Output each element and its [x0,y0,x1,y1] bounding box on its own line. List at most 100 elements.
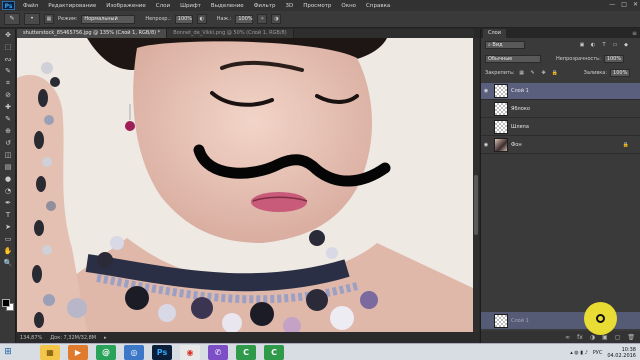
adjustment-layer-icon[interactable]: ◑ [590,334,595,341]
layer-filter-row: ⌕ Вид ▣ ◐ T ▭ ◆ [481,41,640,49]
lock-all-icon[interactable]: 🔒 [551,69,559,77]
system-tray: ▴ ◍ ▮ ♪ РУС 10:38 04.02.2016 [570,344,636,360]
lasso-tool-icon[interactable]: ᔓ [2,54,14,65]
hand-tool-icon[interactable]: ✋ [2,246,14,257]
taskbar-apps: ▦ ▶ @ ◎ Ps ◉ ✆ C C [36,344,288,360]
menu-item-2[interactable]: Изображение [101,3,151,9]
filter-shape-icon[interactable]: ▭ [611,41,619,49]
minimize-button[interactable]: — [609,1,615,8]
panel-menu-icon[interactable]: ≡ [632,29,637,38]
layer-filter-select[interactable]: ⌕ Вид [485,41,525,49]
filter-type-icon[interactable]: T [600,41,608,49]
tab-layers[interactable]: Слои [483,29,506,38]
menu-item-3[interactable]: Слои [151,3,175,9]
flow-label: Наж.: [216,16,232,22]
history-brush-tool-icon[interactable]: ↺ [2,138,14,149]
blend-mode-select[interactable]: Обычные [485,55,541,63]
menu-item-0[interactable]: Файл [18,3,43,9]
scrollbar-thumb[interactable] [474,175,478,235]
taskbar-app-camtasia[interactable]: C [236,344,256,360]
layer-style-icon[interactable]: fx [577,334,583,341]
menu-item-7[interactable]: 3D [280,3,298,9]
taskbar-app-viber[interactable]: ✆ [208,344,228,360]
link-layers-icon[interactable]: ∞ [565,334,570,341]
brush-size-picker[interactable]: • [24,13,40,25]
menu-item-1[interactable]: Редактирование [43,3,101,9]
zoom-tool-icon[interactable]: 🔍 [2,258,14,269]
stamp-tool-icon[interactable]: ⊕ [2,126,14,137]
layer-fill-input[interactable]: 100% [610,69,631,77]
document-tabs: shutterstock_85465756.jpg @ 135% (Слой 1… [17,29,474,38]
mode-label: Режим: [58,16,78,22]
layer-row[interactable]: Шляпа [481,119,640,136]
layer-row[interactable]: Яблоко [481,101,640,118]
filter-smart-object-icon[interactable]: ◆ [622,41,630,49]
maximize-button[interactable]: □ [621,1,627,8]
taskbar-app-photoshop[interactable]: Ps [152,344,172,360]
menu-item-10[interactable]: Справка [361,3,395,9]
type-tool-icon[interactable]: T [2,210,14,221]
lock-transparency-icon[interactable]: ▦ [518,69,526,77]
layer-row[interactable]: ◉ Слой 1 [481,83,640,100]
pen-tool-icon[interactable]: ✒ [2,198,14,209]
menu-item-8[interactable]: Просмотр [298,3,336,9]
document-canvas[interactable] [17,38,473,332]
taskbar-app-camtasia-recorder[interactable]: C [264,344,284,360]
airbrush-icon[interactable]: ✧ [257,14,268,24]
status-arrow-icon[interactable]: ▸ [104,335,107,341]
layer-name: Шляпа [511,124,529,130]
marquee-tool-icon[interactable]: ⬚ [2,42,14,53]
gradient-tool-icon[interactable]: ▤ [2,162,14,173]
brush-tool-icon[interactable]: ✎ [2,114,14,125]
path-select-tool-icon[interactable]: ➤ [2,222,14,233]
window-controls: — □ ✕ [609,1,638,8]
zoom-readout[interactable]: 134,87% [20,335,42,341]
lock-position-icon[interactable]: ✥ [540,69,548,77]
menu-item-9[interactable]: Окно [336,3,361,9]
menu-item-5[interactable]: Выделение [206,3,249,9]
doc-tab-bonnet[interactable]: Bonnet_de_Vikki.png @ 50% (Слой 1, RGB/8… [167,29,294,38]
heal-tool-icon[interactable]: ✚ [2,102,14,113]
visibility-eye-icon[interactable]: ◉ [481,142,491,148]
fill-label: Заливка: [583,70,608,76]
shape-tool-icon[interactable]: ▭ [2,234,14,245]
foreground-color-swatch[interactable] [2,299,10,307]
options-bar: ✎ • ▦ Режим: Нормальный Непрозр.: 100% ◐… [0,11,640,28]
taskbar-app-chat[interactable]: @ [96,344,116,360]
taskbar-app-tv[interactable]: ◎ [124,344,144,360]
start-button[interactable]: ⊞ [0,344,16,360]
trash-icon[interactable]: 🗑 [627,334,635,341]
layer-row[interactable]: ◉ Фон 🔒 [481,137,640,154]
language-indicator[interactable]: РУС [593,350,603,356]
eraser-tool-icon[interactable]: ◫ [2,150,14,161]
crop-tool-icon[interactable]: ⌗ [2,78,14,89]
opacity-input[interactable]: 100% [174,14,193,24]
blur-tool-icon[interactable]: ● [2,174,14,185]
menu-item-4[interactable]: Шрифт [175,3,206,9]
pressure-size-icon[interactable]: ◑ [271,14,282,24]
menu-item-6[interactable]: Фильтр [249,3,281,9]
visibility-eye-icon[interactable]: ◉ [481,88,491,94]
brush-panel-icon[interactable]: ▦ [44,14,54,24]
eyedropper-tool-icon[interactable]: ⊘ [2,90,14,101]
brush-tool-preset-icon[interactable]: ✎ [4,13,20,25]
move-tool-icon[interactable]: ✥ [2,30,14,41]
tray-icons[interactable]: ▴ ◍ ▮ ♪ [570,350,588,356]
doc-tab-shutterstock[interactable]: shutterstock_85465756.jpg @ 135% (Слой 1… [17,29,168,38]
pressure-opacity-icon[interactable]: ◐ [196,14,207,24]
filter-adjustment-icon[interactable]: ◐ [589,41,597,49]
new-layer-icon[interactable]: ▢ [615,334,621,341]
close-button[interactable]: ✕ [633,1,638,8]
taskbar-app-explorer[interactable]: ▦ [40,344,60,360]
quick-select-tool-icon[interactable]: ✎ [2,66,14,77]
lock-pixels-icon[interactable]: ✎ [529,69,537,77]
dodge-tool-icon[interactable]: ◔ [2,186,14,197]
flow-input[interactable]: 100% [235,14,254,24]
layer-name: Слой 1 [511,88,529,94]
layer-opacity-input[interactable]: 100% [603,55,625,63]
clock[interactable]: 10:38 04.02.2016 [607,347,636,359]
taskbar-app-chrome[interactable]: ◉ [180,344,200,360]
taskbar-app-media[interactable]: ▶ [68,344,88,360]
mode-select[interactable]: Нормальный [81,14,136,24]
filter-pixel-icon[interactable]: ▣ [578,41,586,49]
